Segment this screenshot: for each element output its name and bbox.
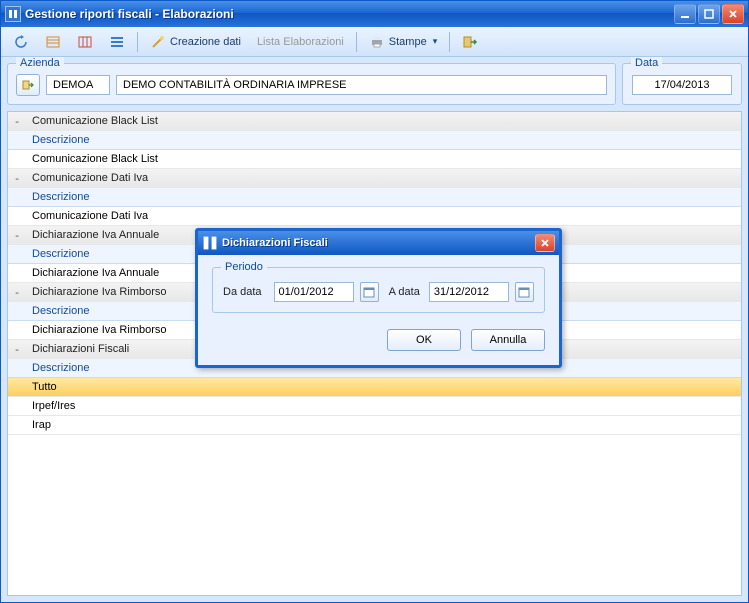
lista-elaborazioni-label: Lista Elaborazioni	[257, 36, 344, 48]
exit-icon	[462, 34, 478, 50]
grid-red-icon	[77, 34, 93, 50]
refresh-icon	[13, 34, 29, 50]
separator	[356, 32, 357, 52]
wand-icon	[150, 34, 166, 50]
expand-toggle[interactable]: -	[8, 343, 26, 356]
data-panel: Data 17/04/2013	[622, 63, 742, 105]
grid-group-row[interactable]: -Comunicazione Black List	[8, 112, 741, 131]
window-title: Gestione riporti fiscali - Elaborazioni	[25, 7, 674, 21]
azienda-panel: Azienda DEMOA DEMO CONTABILITÀ ORDINARIA…	[7, 63, 616, 105]
expand-toggle[interactable]: -	[8, 286, 26, 299]
stampe-label: Stampe	[389, 36, 427, 48]
toolbar-exit-button[interactable]	[456, 31, 484, 53]
maximize-button[interactable]	[698, 4, 720, 24]
app-icon	[202, 235, 218, 251]
a-data-input[interactable]	[429, 282, 509, 302]
list-icon	[109, 34, 125, 50]
lista-elaborazioni-button: Lista Elaborazioni	[251, 33, 350, 51]
grid-data-row[interactable]: Comunicazione Black List	[8, 150, 741, 169]
toolbar-refresh-button[interactable]	[7, 31, 35, 53]
stampe-button[interactable]: Stampe ▾	[363, 31, 443, 53]
toolbar: Creazione dati Lista Elaborazioni Stampe…	[1, 27, 748, 57]
expand-toggle[interactable]: -	[8, 229, 26, 242]
grid-group-row[interactable]: -Comunicazione Dati Iva	[8, 169, 741, 188]
dialog-title: Dichiarazioni Fiscali	[222, 237, 535, 249]
dialog-titlebar: Dichiarazioni Fiscali	[198, 231, 559, 255]
toolbar-list-button[interactable]	[103, 31, 131, 53]
printer-icon	[369, 34, 385, 50]
expand-toggle[interactable]: -	[8, 172, 26, 185]
app-icon	[5, 6, 21, 22]
grid-header-row: Descrizione	[8, 131, 741, 150]
ok-button[interactable]: OK	[387, 329, 461, 351]
a-data-calendar-button[interactable]	[515, 282, 534, 302]
chevron-down-icon: ▾	[433, 36, 438, 47]
grid-data-row[interactable]: Tutto	[8, 378, 741, 397]
toolbar-grid2-button[interactable]	[71, 31, 99, 53]
periodo-fieldset: Periodo Da data A data	[212, 267, 545, 313]
expand-toggle[interactable]: -	[8, 115, 26, 128]
azienda-label: Azienda	[16, 57, 64, 69]
grid-data-row[interactable]: Irpef/Ires	[8, 397, 741, 416]
separator	[137, 32, 138, 52]
dialog-close-button[interactable]	[535, 234, 555, 252]
separator	[449, 32, 450, 52]
periodo-label: Periodo	[221, 261, 267, 273]
data-label: Data	[631, 57, 662, 69]
grid-data-row[interactable]: Comunicazione Dati Iva	[8, 207, 741, 226]
toolbar-grid1-button[interactable]	[39, 31, 67, 53]
azienda-code-field[interactable]: DEMOA	[46, 75, 110, 95]
titlebar: Gestione riporti fiscali - Elaborazioni	[1, 1, 748, 27]
creazione-dati-label: Creazione dati	[170, 36, 241, 48]
a-data-label: A data	[389, 286, 423, 298]
da-data-calendar-button[interactable]	[360, 282, 379, 302]
minimize-button[interactable]	[674, 4, 696, 24]
da-data-label: Da data	[223, 286, 268, 298]
grid-data-row[interactable]: Irap	[8, 416, 741, 435]
azienda-desc-field: DEMO CONTABILITÀ ORDINARIA IMPRESE	[116, 75, 607, 95]
dichiarazioni-fiscali-dialog: Dichiarazioni Fiscali Periodo Da data A …	[195, 228, 562, 368]
grid-icon	[45, 34, 61, 50]
da-data-input[interactable]	[274, 282, 354, 302]
azienda-lookup-button[interactable]	[16, 74, 40, 96]
grid-header-row: Descrizione	[8, 188, 741, 207]
data-value-field: 17/04/2013	[632, 75, 732, 95]
close-button[interactable]	[722, 4, 744, 24]
creazione-dati-button[interactable]: Creazione dati	[144, 31, 247, 53]
annulla-button[interactable]: Annulla	[471, 329, 545, 351]
